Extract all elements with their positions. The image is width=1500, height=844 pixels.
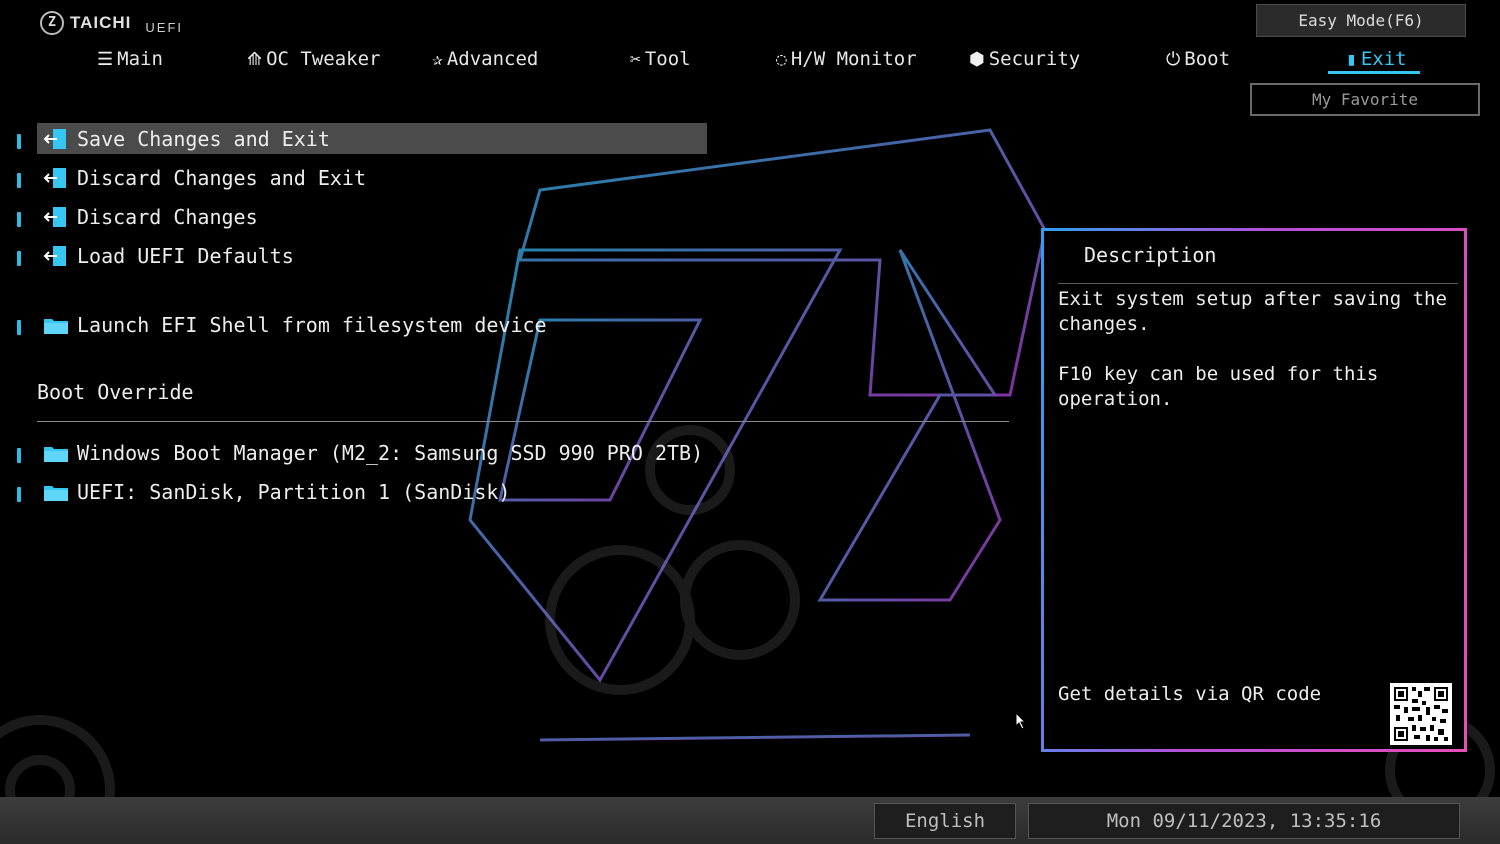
tab-boot[interactable]: ⏻ Boot bbox=[1166, 44, 1230, 74]
star-icon: ✰ bbox=[432, 48, 443, 70]
tab-label: Exit bbox=[1360, 48, 1407, 70]
easy-mode-button[interactable]: Easy Mode(F6) bbox=[1256, 4, 1466, 37]
brand-subtitle: UEFI bbox=[145, 20, 184, 35]
discard-changes-and-exit-item[interactable]: Discard Changes and Exit bbox=[37, 162, 707, 193]
active-tab-indicator bbox=[1328, 71, 1420, 74]
menu-item-label: Discard Changes bbox=[77, 204, 258, 229]
tab-label: H/W Monitor bbox=[790, 48, 917, 70]
item-marker bbox=[17, 134, 21, 149]
menu-item-label: Windows Boot Manager (M2_2: Samsung SSD … bbox=[77, 440, 704, 465]
tools-icon: ✂ bbox=[630, 48, 641, 70]
rocket-icon: ⟰ bbox=[247, 48, 263, 70]
menu-item-label: Discard Changes and Exit bbox=[77, 165, 366, 190]
tab-label: OC Tweaker bbox=[266, 48, 381, 70]
tab-label: Tool bbox=[644, 48, 691, 70]
description-title: Description bbox=[1084, 243, 1217, 267]
save-changes-and-exit-item[interactable]: Save Changes and Exit bbox=[37, 123, 707, 154]
item-marker bbox=[17, 320, 21, 335]
exit-arrow-icon bbox=[43, 205, 69, 229]
qr-code-icon bbox=[1390, 683, 1452, 745]
status-bar: English Mon 09/11/2023, 13:35:16 bbox=[0, 797, 1500, 844]
exit-arrow-icon bbox=[43, 166, 69, 190]
brand-name: TAICHI bbox=[70, 12, 132, 32]
boot-override-uefi-sandisk[interactable]: UEFI: SanDisk, Partition 1 (SanDisk) bbox=[37, 476, 707, 507]
discard-changes-item[interactable]: Discard Changes bbox=[37, 201, 707, 232]
tab-label: Advanced bbox=[446, 48, 539, 70]
item-marker bbox=[17, 173, 21, 188]
menu-item-label: UEFI: SanDisk, Partition 1 (SanDisk) bbox=[77, 479, 511, 504]
description-panel: Description Exit system setup after savi… bbox=[1041, 228, 1467, 752]
language-button[interactable]: English bbox=[874, 803, 1016, 839]
tab-security[interactable]: ⬢ Security bbox=[969, 44, 1080, 74]
exit-door-icon: ▮ bbox=[1346, 48, 1357, 70]
item-marker bbox=[17, 251, 21, 266]
tab-label: Boot bbox=[1184, 48, 1231, 70]
tab-main[interactable]: ☰ Main bbox=[97, 44, 163, 74]
boot-override-title: Boot Override bbox=[37, 380, 194, 404]
brand-logo: Z TAICHI UEFI bbox=[40, 10, 183, 35]
load-uefi-defaults-item[interactable]: Load UEFI Defaults bbox=[37, 240, 707, 271]
top-navigation: ☰ Main ⟰ OC Tweaker ✰ Advanced ✂ Tool ◌ … bbox=[0, 44, 1500, 74]
exit-arrow-icon bbox=[43, 244, 69, 268]
folder-icon bbox=[43, 313, 69, 337]
tab-exit[interactable]: ▮ Exit bbox=[1346, 44, 1407, 74]
folder-icon bbox=[43, 480, 69, 504]
item-marker bbox=[17, 448, 21, 463]
list-icon: ☰ bbox=[97, 48, 114, 70]
monitor-icon: ◌ bbox=[776, 48, 787, 70]
item-marker bbox=[17, 487, 21, 502]
menu-item-label: Save Changes and Exit bbox=[77, 126, 330, 151]
description-text: Exit system setup after saving the chang… bbox=[1058, 288, 1447, 410]
item-marker bbox=[17, 212, 21, 227]
boot-override-windows-boot-manager[interactable]: Windows Boot Manager (M2_2: Samsung SSD … bbox=[37, 437, 707, 468]
tab-label: Main bbox=[117, 48, 163, 70]
taichi-logo-icon: Z bbox=[40, 10, 64, 35]
tab-hw-monitor[interactable]: ◌ H/W Monitor bbox=[776, 44, 917, 74]
power-icon: ⏻ bbox=[1166, 48, 1181, 70]
section-divider bbox=[37, 421, 1009, 422]
exit-arrow-icon bbox=[43, 127, 69, 151]
launch-efi-shell-item[interactable]: Launch EFI Shell from filesystem device bbox=[37, 309, 707, 340]
mouse-pointer-icon bbox=[1015, 712, 1027, 730]
tab-label: Security bbox=[988, 48, 1081, 70]
menu-item-label: Load UEFI Defaults bbox=[77, 243, 294, 268]
tab-advanced[interactable]: ✰ Advanced bbox=[432, 44, 538, 74]
my-favorite-button[interactable]: My Favorite bbox=[1250, 83, 1480, 116]
date-time-display: Mon 09/11/2023, 13:35:16 bbox=[1028, 803, 1460, 839]
shield-icon: ⬢ bbox=[969, 48, 985, 70]
tab-tool[interactable]: ✂ Tool bbox=[630, 44, 691, 74]
menu-item-label: Launch EFI Shell from filesystem device bbox=[77, 312, 547, 337]
qr-code-label: Get details via QR code bbox=[1058, 683, 1322, 705]
description-divider bbox=[1058, 283, 1458, 284]
tab-oc-tweaker[interactable]: ⟰ OC Tweaker bbox=[247, 44, 380, 74]
folder-icon bbox=[43, 441, 69, 465]
